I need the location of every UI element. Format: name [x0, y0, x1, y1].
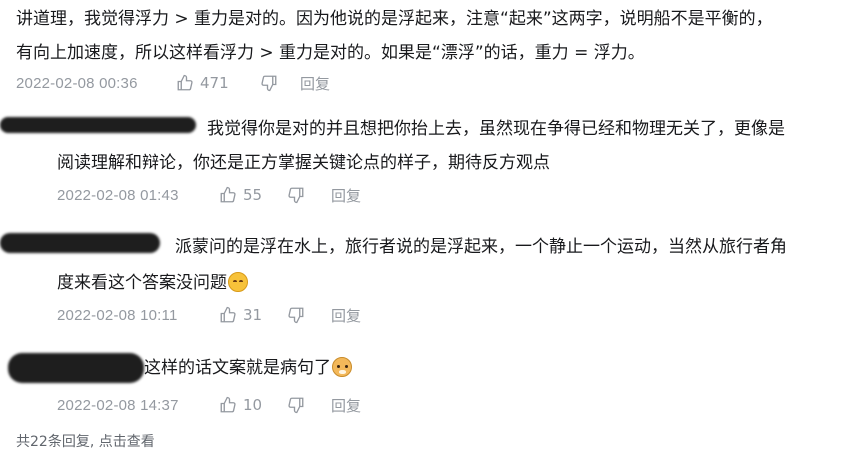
reply-button[interactable]: 回复 [300, 73, 330, 94]
like-count: 10 [243, 396, 263, 414]
reply-line-2: 度来看这个答案没问题 [57, 273, 227, 293]
crying-laughing-emoji-icon [228, 272, 248, 292]
reply-line-1: 派蒙问的是浮在水上，旅行者说的是浮起来，一个静止一个运动，当然从旅行者角 [175, 237, 787, 257]
reply-button[interactable]: 回复 [331, 395, 361, 416]
thumbs-down-icon [288, 307, 304, 324]
like-button[interactable]: 10 [219, 396, 287, 414]
thumbs-down-icon [288, 187, 304, 204]
doge-emoji-icon [332, 357, 352, 377]
thumbs-up-icon [220, 186, 236, 203]
dislike-button[interactable] [287, 396, 331, 414]
reply-meta: 2022-02-08 14:37 10 回复 [57, 393, 361, 417]
thumbs-up-icon [177, 74, 193, 91]
like-button[interactable]: 31 [219, 306, 287, 324]
dislike-button[interactable] [287, 186, 331, 204]
thumbs-up-icon [220, 396, 236, 413]
reply-line-1: 这样的话文案就是病句了 [144, 358, 331, 378]
redacted-username [8, 353, 144, 383]
like-count: 31 [243, 306, 263, 324]
reply-timestamp: 2022-02-08 10:11 [57, 306, 178, 324]
reply-line-1: 我觉得你是对的并且想把你抬上去，虽然现在争得已经和物理无关了，更像是 [207, 119, 785, 139]
like-count: 471 [200, 74, 229, 92]
reply-line-2: 阅读理解和辩论，你还是正方掌握关键论点的样子，期待反方观点 [57, 153, 550, 173]
reply-line-2-wrap: 度来看这个答案没问题 [57, 268, 248, 298]
dislike-button[interactable] [287, 306, 331, 324]
main-comment-meta: 2022-02-08 00:36 471 回复 [16, 71, 330, 95]
dislike-button[interactable] [260, 74, 300, 92]
like-button[interactable]: 55 [219, 186, 287, 204]
view-more-replies-link[interactable]: 共22条回复, 点击查看 [16, 431, 155, 451]
reply-timestamp: 2022-02-08 14:37 [57, 396, 179, 414]
like-button[interactable]: 471 [176, 74, 260, 92]
thumbs-up-icon [220, 306, 236, 323]
main-comment-line-2: 有向上加速度，所以这样看浮力 > 重力是对的。如果是“漂浮”的话，重力 = 浮力… [16, 43, 645, 63]
redacted-username [0, 233, 160, 253]
thumbs-down-icon [261, 75, 277, 92]
comment-timestamp: 2022-02-08 00:36 [16, 74, 138, 92]
like-count: 55 [243, 186, 263, 204]
redacted-username [0, 117, 196, 133]
reply-button[interactable]: 回复 [331, 305, 361, 326]
reply-timestamp: 2022-02-08 01:43 [57, 186, 179, 204]
thumbs-down-icon [288, 397, 304, 414]
main-comment-line-1: 讲道理，我觉得浮力 > 重力是对的。因为他说的是浮起来，注意“起来”这两字，说明… [16, 9, 773, 29]
reply-button[interactable]: 回复 [331, 185, 361, 206]
reply-line-1-wrap: 这样的话文案就是病句了 [144, 353, 352, 383]
reply-meta: 2022-02-08 01:43 55 回复 [57, 183, 361, 207]
reply-meta: 2022-02-08 10:11 31 回复 [57, 303, 361, 327]
